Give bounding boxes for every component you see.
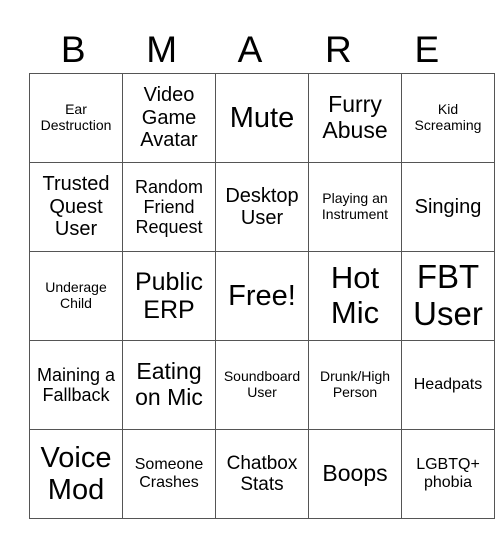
bingo-cell[interactable]: Underage Child xyxy=(29,251,123,341)
bingo-cell[interactable]: Chatbox Stats xyxy=(215,429,309,519)
header-letter: M xyxy=(146,29,178,70)
bingo-cell[interactable]: Boops xyxy=(308,429,402,519)
bingo-cell[interactable]: Desktop User xyxy=(215,162,309,252)
bingo-cell[interactable]: Mute xyxy=(215,73,309,163)
bingo-cell[interactable]: Random Friend Request xyxy=(122,162,216,252)
bingo-cell[interactable]: Public ERP xyxy=(122,251,216,341)
bingo-row: Ear Destruction Video Game Avatar Mute F… xyxy=(29,73,495,163)
bingo-cell[interactable]: Video Game Avatar xyxy=(122,73,216,163)
bingo-grid: Ear Destruction Video Game Avatar Mute F… xyxy=(29,73,495,519)
header-letter: A xyxy=(237,29,263,70)
bingo-cell[interactable]: Hot Mic xyxy=(308,251,402,341)
bingo-cell[interactable]: Maining a Fallback xyxy=(29,340,123,430)
bingo-cell[interactable]: Ear Destruction xyxy=(29,73,123,163)
bingo-cell[interactable]: Voice Mod xyxy=(29,429,123,519)
bingo-header: B M A R E xyxy=(29,28,471,72)
bingo-cell[interactable]: Singing xyxy=(401,162,495,252)
bingo-row: Maining a Fallback Eating on Mic Soundbo… xyxy=(29,340,495,430)
header-letter: R xyxy=(325,29,352,70)
bingo-cell[interactable]: Soundboard User xyxy=(215,340,309,430)
bingo-row: Underage Child Public ERP Free! Hot Mic … xyxy=(29,251,495,341)
bingo-cell[interactable]: LGBTQ+ phobia xyxy=(401,429,495,519)
bingo-row: Voice Mod Someone Crashes Chatbox Stats … xyxy=(29,429,495,519)
free-space-cell[interactable]: Free! xyxy=(215,251,309,341)
bingo-cell[interactable]: Someone Crashes xyxy=(122,429,216,519)
bingo-cell[interactable]: Headpats xyxy=(401,340,495,430)
bingo-cell[interactable]: Eating on Mic xyxy=(122,340,216,430)
header-letter: B xyxy=(60,29,86,70)
bingo-cell[interactable]: Furry Abuse xyxy=(308,73,402,163)
bingo-cell[interactable]: FBT User xyxy=(401,251,495,341)
bingo-row: Trusted Quest User Random Friend Request… xyxy=(29,162,495,252)
bingo-cell[interactable]: Playing an Instrument xyxy=(308,162,402,252)
header-letter: E xyxy=(414,29,440,70)
bingo-cell[interactable]: Drunk/High Person xyxy=(308,340,402,430)
bingo-cell[interactable]: Kid Screaming xyxy=(401,73,495,163)
bingo-cell[interactable]: Trusted Quest User xyxy=(29,162,123,252)
